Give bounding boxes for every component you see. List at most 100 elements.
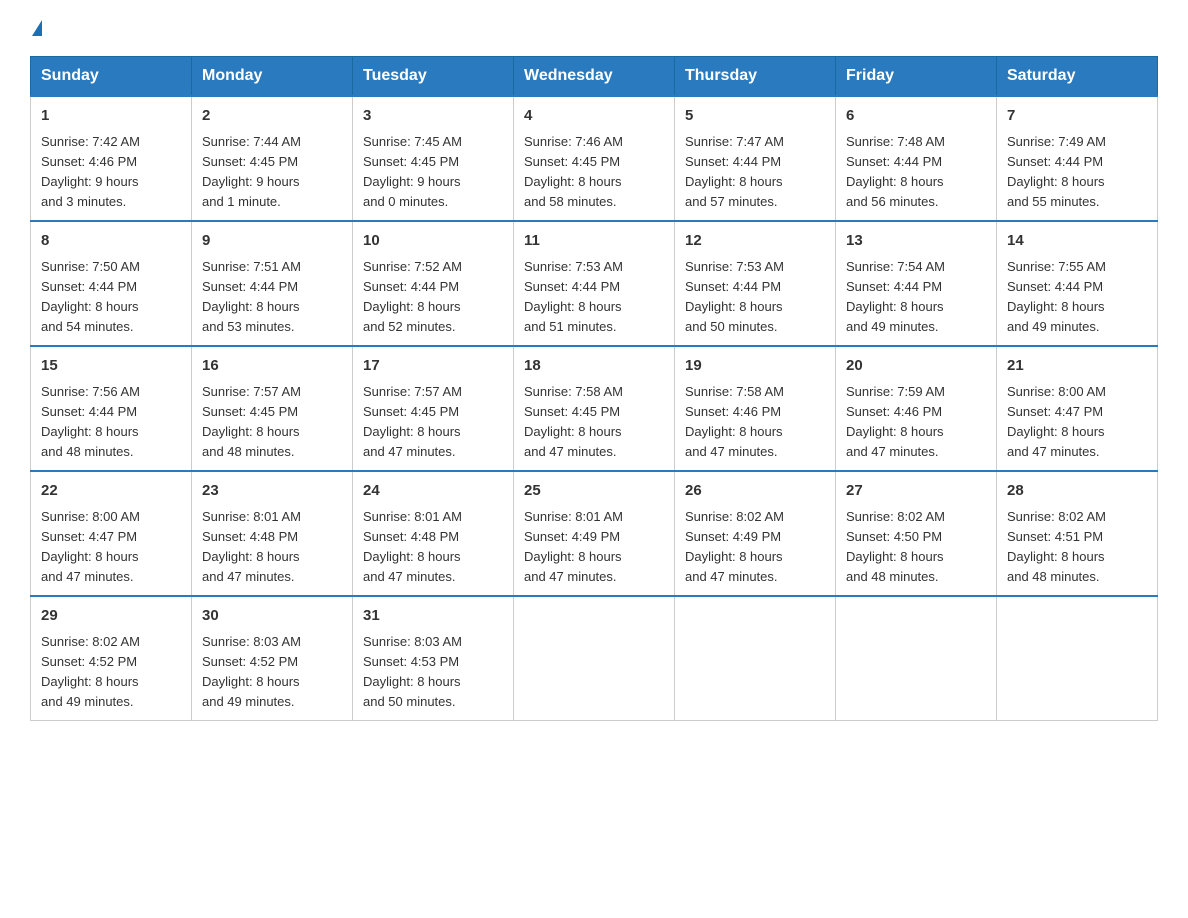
day-info: Sunrise: 7:58 AMSunset: 4:46 PMDaylight:…	[685, 382, 825, 463]
day-number: 24	[363, 480, 503, 503]
day-number: 18	[524, 355, 664, 378]
calendar-cell: 22 Sunrise: 8:00 AMSunset: 4:47 PMDayligh…	[31, 471, 192, 596]
day-number: 22	[41, 480, 181, 503]
calendar-week-row: 22 Sunrise: 8:00 AMSunset: 4:47 PMDayligh…	[31, 471, 1158, 596]
day-number: 17	[363, 355, 503, 378]
calendar-cell: 12 Sunrise: 7:53 AMSunset: 4:44 PMDayligh…	[675, 221, 836, 346]
calendar-cell: 15 Sunrise: 7:56 AMSunset: 4:44 PMDayligh…	[31, 346, 192, 471]
calendar-cell: 1Sunrise: 7:42 AMSunset: 4:46 PMDaylight…	[31, 96, 192, 221]
calendar-cell: 6 Sunrise: 7:48 AMSunset: 4:44 PMDaylight…	[836, 96, 997, 221]
day-info: Sunrise: 7:54 AMSunset: 4:44 PMDaylight:…	[846, 257, 986, 338]
day-number: 9	[202, 230, 342, 253]
calendar-week-row: 8Sunrise: 7:50 AMSunset: 4:44 PMDaylight…	[31, 221, 1158, 346]
day-number: 23	[202, 480, 342, 503]
day-info: Sunrise: 7:58 AMSunset: 4:45 PMDaylight:…	[524, 382, 664, 463]
weekday-header-sunday: Sunday	[31, 57, 192, 97]
calendar-cell: 5 Sunrise: 7:47 AMSunset: 4:44 PMDaylight…	[675, 96, 836, 221]
calendar-cell	[675, 596, 836, 721]
day-info: Sunrise: 8:03 AMSunset: 4:53 PMDaylight:…	[363, 632, 503, 713]
day-number: 30	[202, 605, 342, 628]
day-number: 25	[524, 480, 664, 503]
day-info: Sunrise: 8:03 AMSunset: 4:52 PMDaylight:…	[202, 632, 342, 713]
day-info: Sunrise: 8:02 AMSunset: 4:49 PMDaylight:…	[685, 507, 825, 588]
weekday-header-wednesday: Wednesday	[514, 57, 675, 97]
calendar-cell: 16 Sunrise: 7:57 AMSunset: 4:45 PMDayligh…	[192, 346, 353, 471]
calendar-cell: 19 Sunrise: 7:58 AMSunset: 4:46 PMDayligh…	[675, 346, 836, 471]
weekday-header-monday: Monday	[192, 57, 353, 97]
day-number: 3	[363, 105, 503, 128]
day-info: Sunrise: 7:59 AMSunset: 4:46 PMDaylight:…	[846, 382, 986, 463]
calendar-cell: 31 Sunrise: 8:03 AMSunset: 4:53 PMDayligh…	[353, 596, 514, 721]
page-header	[30, 20, 1158, 38]
day-number: 31	[363, 605, 503, 628]
calendar-cell: 29Sunrise: 8:02 AMSunset: 4:52 PMDayligh…	[31, 596, 192, 721]
day-info: Sunrise: 8:02 AMSunset: 4:51 PMDaylight:…	[1007, 507, 1147, 588]
calendar-cell: 9Sunrise: 7:51 AMSunset: 4:44 PMDaylight…	[192, 221, 353, 346]
day-info: Sunrise: 7:56 AMSunset: 4:44 PMDaylight:…	[41, 382, 181, 463]
day-number: 11	[524, 230, 664, 253]
weekday-header-tuesday: Tuesday	[353, 57, 514, 97]
day-number: 16	[202, 355, 342, 378]
calendar-cell: 17 Sunrise: 7:57 AMSunset: 4:45 PMDayligh…	[353, 346, 514, 471]
logo	[30, 20, 42, 38]
day-number: 12	[685, 230, 825, 253]
weekday-header-thursday: Thursday	[675, 57, 836, 97]
weekday-header-saturday: Saturday	[997, 57, 1158, 97]
day-number: 5	[685, 105, 825, 128]
day-number: 21	[1007, 355, 1147, 378]
day-info: Sunrise: 7:49 AMSunset: 4:44 PMDaylight:…	[1007, 132, 1147, 213]
day-info: Sunrise: 7:53 AMSunset: 4:44 PMDaylight:…	[685, 257, 825, 338]
calendar-cell: 8Sunrise: 7:50 AMSunset: 4:44 PMDaylight…	[31, 221, 192, 346]
day-number: 26	[685, 480, 825, 503]
day-info: Sunrise: 7:44 AMSunset: 4:45 PMDaylight:…	[202, 132, 342, 213]
day-number: 28	[1007, 480, 1147, 503]
calendar-week-row: 29Sunrise: 8:02 AMSunset: 4:52 PMDayligh…	[31, 596, 1158, 721]
day-info: Sunrise: 7:57 AMSunset: 4:45 PMDaylight:…	[363, 382, 503, 463]
day-number: 4	[524, 105, 664, 128]
calendar-cell: 30 Sunrise: 8:03 AMSunset: 4:52 PMDayligh…	[192, 596, 353, 721]
calendar-cell: 26 Sunrise: 8:02 AMSunset: 4:49 PMDayligh…	[675, 471, 836, 596]
day-number: 13	[846, 230, 986, 253]
day-info: Sunrise: 8:01 AMSunset: 4:49 PMDaylight:…	[524, 507, 664, 588]
day-info: Sunrise: 7:55 AMSunset: 4:44 PMDaylight:…	[1007, 257, 1147, 338]
day-info: Sunrise: 8:01 AMSunset: 4:48 PMDaylight:…	[363, 507, 503, 588]
day-info: Sunrise: 7:47 AMSunset: 4:44 PMDaylight:…	[685, 132, 825, 213]
calendar-cell: 21 Sunrise: 8:00 AMSunset: 4:47 PMDayligh…	[997, 346, 1158, 471]
day-number: 15	[41, 355, 181, 378]
calendar-cell	[836, 596, 997, 721]
day-number: 19	[685, 355, 825, 378]
logo-triangle-icon	[32, 20, 42, 36]
day-number: 14	[1007, 230, 1147, 253]
day-info: Sunrise: 7:50 AMSunset: 4:44 PMDaylight:…	[41, 257, 181, 338]
calendar-cell: 7Sunrise: 7:49 AMSunset: 4:44 PMDaylight…	[997, 96, 1158, 221]
calendar-week-row: 1Sunrise: 7:42 AMSunset: 4:46 PMDaylight…	[31, 96, 1158, 221]
calendar-cell: 20 Sunrise: 7:59 AMSunset: 4:46 PMDayligh…	[836, 346, 997, 471]
calendar-cell: 3 Sunrise: 7:45 AMSunset: 4:45 PMDaylight…	[353, 96, 514, 221]
day-info: Sunrise: 7:57 AMSunset: 4:45 PMDaylight:…	[202, 382, 342, 463]
day-info: Sunrise: 8:00 AMSunset: 4:47 PMDaylight:…	[41, 507, 181, 588]
day-number: 10	[363, 230, 503, 253]
calendar-cell: 24 Sunrise: 8:01 AMSunset: 4:48 PMDayligh…	[353, 471, 514, 596]
weekday-header-friday: Friday	[836, 57, 997, 97]
calendar-cell: 10Sunrise: 7:52 AMSunset: 4:44 PMDayligh…	[353, 221, 514, 346]
day-info: Sunrise: 7:53 AMSunset: 4:44 PMDaylight:…	[524, 257, 664, 338]
calendar-table: SundayMondayTuesdayWednesdayThursdayFrid…	[30, 56, 1158, 721]
calendar-cell: 11 Sunrise: 7:53 AMSunset: 4:44 PMDayligh…	[514, 221, 675, 346]
calendar-cell: 18 Sunrise: 7:58 AMSunset: 4:45 PMDayligh…	[514, 346, 675, 471]
day-number: 2	[202, 105, 342, 128]
day-info: Sunrise: 7:48 AMSunset: 4:44 PMDaylight:…	[846, 132, 986, 213]
day-number: 6	[846, 105, 986, 128]
day-info: Sunrise: 7:45 AMSunset: 4:45 PMDaylight:…	[363, 132, 503, 213]
day-info: Sunrise: 8:00 AMSunset: 4:47 PMDaylight:…	[1007, 382, 1147, 463]
day-info: Sunrise: 7:46 AMSunset: 4:45 PMDaylight:…	[524, 132, 664, 213]
calendar-cell: 27Sunrise: 8:02 AMSunset: 4:50 PMDayligh…	[836, 471, 997, 596]
day-info: Sunrise: 8:02 AMSunset: 4:52 PMDaylight:…	[41, 632, 181, 713]
day-number: 27	[846, 480, 986, 503]
day-info: Sunrise: 8:01 AMSunset: 4:48 PMDaylight:…	[202, 507, 342, 588]
calendar-cell	[514, 596, 675, 721]
calendar-cell: 28 Sunrise: 8:02 AMSunset: 4:51 PMDayligh…	[997, 471, 1158, 596]
calendar-cell: 25 Sunrise: 8:01 AMSunset: 4:49 PMDayligh…	[514, 471, 675, 596]
calendar-cell: 4 Sunrise: 7:46 AMSunset: 4:45 PMDaylight…	[514, 96, 675, 221]
calendar-cell: 23 Sunrise: 8:01 AMSunset: 4:48 PMDayligh…	[192, 471, 353, 596]
day-number: 20	[846, 355, 986, 378]
